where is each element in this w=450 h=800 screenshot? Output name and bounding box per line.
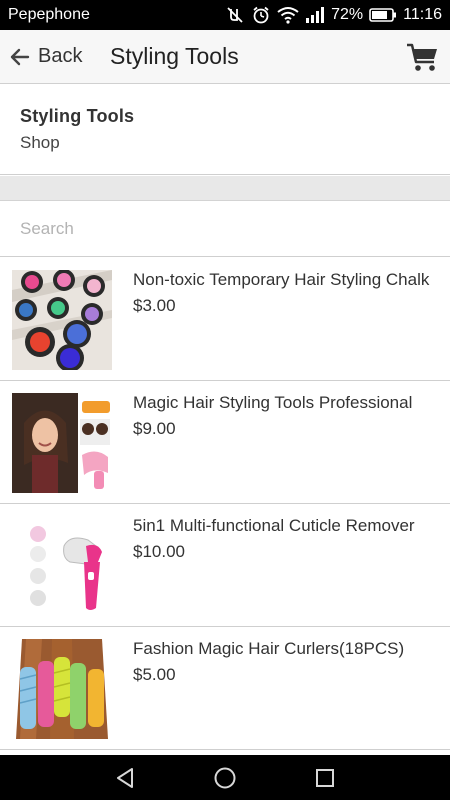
mute-icon: [225, 5, 245, 25]
product-image-hair-chalk: [12, 270, 112, 370]
page-title: Styling Tools: [110, 43, 239, 69]
status-bar: Pepephone 72% 11:16: [0, 0, 450, 30]
wifi-icon: [277, 6, 299, 24]
section-header: Styling Tools Shop: [0, 85, 450, 175]
product-name: Non-toxic Temporary Hair Styling Chalk: [133, 270, 430, 289]
product-name: Magic Hair Styling Tools Professional: [133, 393, 413, 412]
clock: 11:16: [403, 6, 442, 23]
carrier-name: Pepephone: [8, 6, 90, 23]
app-bar: Back Styling Tools: [0, 30, 450, 84]
product-row[interactable]: 5in1 Multi-functional Cuticle Remover $1…: [0, 504, 450, 627]
back-label: Back: [38, 45, 83, 67]
section-title: Styling Tools: [20, 106, 135, 126]
back-triangle-icon[interactable]: [113, 766, 137, 790]
product-row[interactable]: Magic Hair Styling Tools Professional $9…: [0, 381, 450, 504]
product-row[interactable]: Non-toxic Temporary Hair Styling Chalk $…: [0, 258, 450, 381]
product-price: $9.00: [133, 419, 176, 438]
alarm-icon: [251, 5, 271, 25]
product-name: 5in1 Multi-functional Cuticle Remover: [133, 516, 415, 535]
battery-percent: 72%: [331, 6, 364, 23]
search-input[interactable]: [0, 201, 450, 256]
signal-icon: [305, 7, 325, 23]
product-price: $3.00: [133, 296, 176, 315]
home-circle-icon[interactable]: [213, 766, 237, 790]
product-name: Fashion Magic Hair Curlers(18PCS): [133, 639, 405, 658]
system-nav-bar: [0, 755, 450, 800]
search-bar: [0, 201, 450, 257]
battery-icon: [369, 7, 397, 23]
product-image-hair-curlers: [12, 639, 112, 739]
product-image-cuticle-remover: [12, 516, 112, 616]
product-row[interactable]: Fashion Magic Hair Curlers(18PCS) $5.00: [0, 627, 450, 750]
section-divider: [0, 176, 450, 201]
section-subtitle: Shop: [20, 133, 60, 152]
product-image-hair-styling-tools: [12, 393, 112, 493]
recents-square-icon[interactable]: [313, 766, 337, 790]
status-indicators: 72% 11:16: [225, 5, 442, 25]
product-price: $10.00: [133, 542, 185, 561]
back-button[interactable]: Back: [8, 45, 82, 69]
product-price: $5.00: [133, 665, 176, 684]
cart-icon[interactable]: [406, 40, 440, 74]
product-list: Non-toxic Temporary Hair Styling Chalk $…: [0, 258, 450, 750]
arrow-left-icon: [10, 48, 30, 65]
